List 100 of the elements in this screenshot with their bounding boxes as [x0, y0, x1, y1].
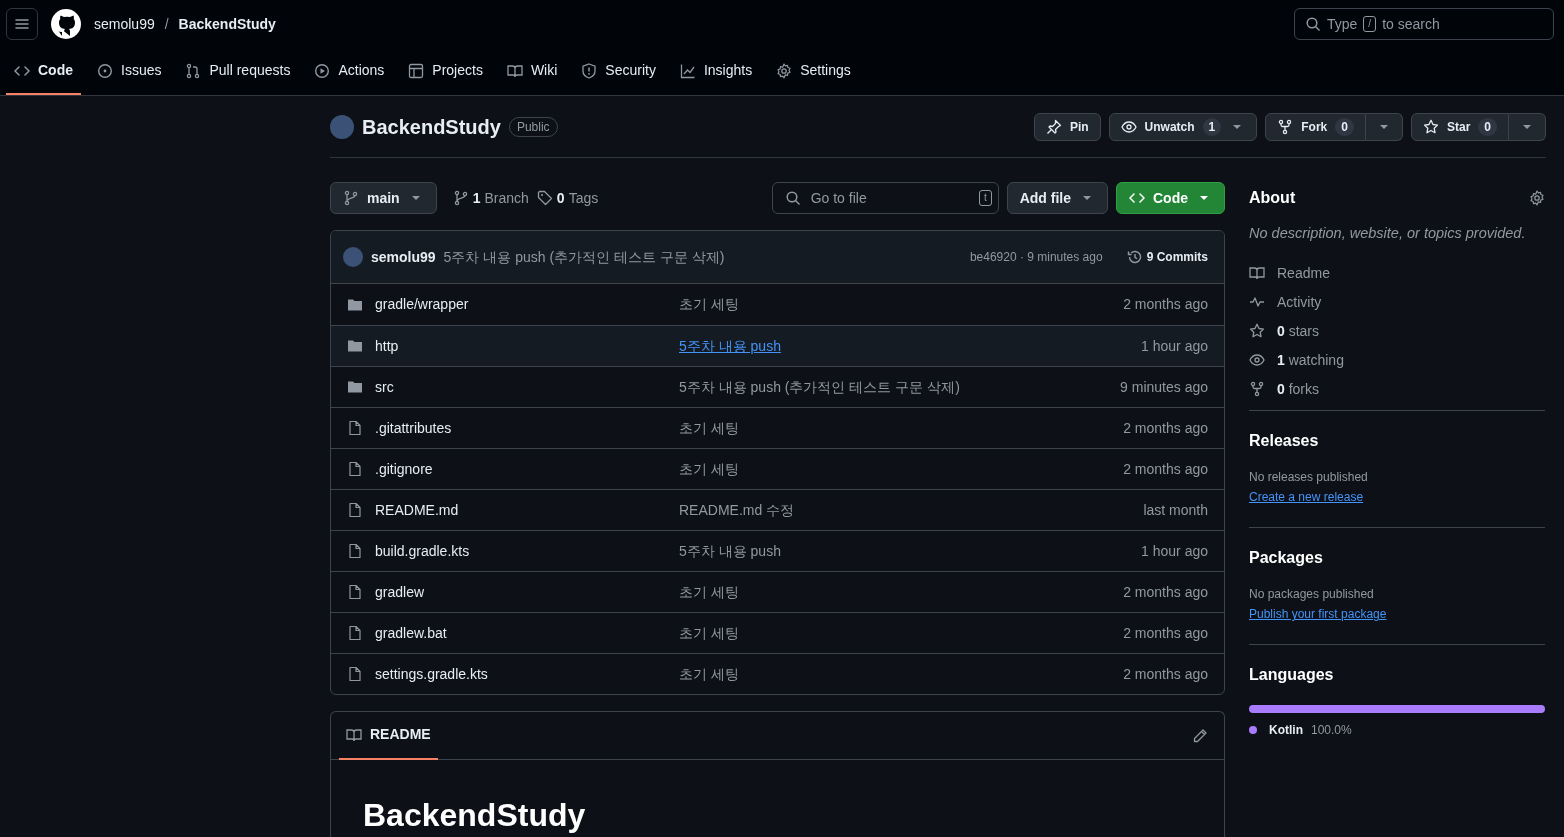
commit-message[interactable]: 초기 세팅 [679, 417, 1124, 439]
commit-message[interactable]: 5주차 내용 push (추가적인 테스트 구문 삭제) [443, 246, 725, 268]
history-icon [1126, 249, 1143, 265]
file-row[interactable]: .gitignore 초기 세팅 2 months ago [331, 448, 1224, 489]
branch-icon [452, 190, 469, 206]
file-row[interactable]: src 5주차 내용 push (추가적인 테스트 구문 삭제) 9 minutes ago [331, 366, 1224, 407]
commit-time: 2 months ago [1123, 623, 1208, 643]
eye-icon [1120, 118, 1137, 135]
cat-logo-icon[interactable] [50, 8, 82, 40]
repo-tab[interactable]: Settings [768, 48, 859, 95]
file-name[interactable]: gradlew.bat [375, 622, 447, 644]
file-name[interactable]: http [375, 335, 399, 357]
search-field[interactable]: Type / to search [1294, 8, 1554, 40]
caret-icon [411, 196, 420, 200]
section-heading: Releases [1249, 430, 1320, 451]
empty-note: No releases published [1249, 469, 1369, 487]
file-icon [347, 625, 363, 641]
repo-tab[interactable]: Security [573, 48, 664, 95]
repo-tab[interactable]: Insights [671, 48, 761, 95]
file-name[interactable]: .gitignore [375, 458, 433, 480]
menu-button[interactable] [6, 8, 38, 40]
file-name[interactable]: gradle/wrapper [375, 294, 469, 315]
eye-icon [1249, 352, 1265, 369]
play-icon [314, 62, 331, 79]
file-name[interactable]: README.md [375, 499, 459, 521]
file-row[interactable]: README.md README.md 수정 last month [331, 489, 1224, 530]
go-to-file-field[interactable]: Go to file t [771, 182, 999, 214]
repo-tab[interactable]: Issues [89, 48, 170, 95]
repo-title: BackendStudy [362, 114, 501, 140]
circle-dot-icon [97, 62, 113, 79]
avatar [330, 114, 354, 139]
commit-time: 2 months ago [1123, 295, 1208, 314]
star-button[interactable]: Star 0 [1410, 112, 1509, 141]
empty-note: No packages published [1249, 586, 1375, 604]
caret-icon [1083, 196, 1091, 200]
fork-button[interactable]: Fork 0 [1265, 112, 1366, 141]
create-link[interactable]: Publish your first package [1249, 607, 1387, 622]
commit-message[interactable]: 초기 세팅 [679, 622, 1124, 644]
sidebar-link[interactable]: Activity [1277, 291, 1322, 313]
settings-button[interactable] [1529, 189, 1545, 206]
file-name[interactable]: settings.gradle.kts [375, 663, 488, 685]
commit-message[interactable]: 초기 세팅 [679, 294, 1124, 315]
code-button[interactable]: Code [1116, 182, 1225, 214]
file-row[interactable]: gradle/wrapper 초기 세팅 2 months ago [331, 284, 1224, 325]
search-icon [784, 190, 801, 206]
file-row[interactable]: gradlew 초기 세팅 2 months ago [331, 571, 1224, 612]
commit-message[interactable]: 초기 세팅 [679, 581, 1124, 603]
commit-message[interactable]: README.md 수정 [679, 499, 1144, 521]
edit-button[interactable] [1192, 727, 1208, 744]
repo-tab[interactable]: Code [6, 48, 81, 95]
commits-link[interactable]: 9 Commits [1126, 248, 1208, 266]
graph-icon [679, 62, 696, 79]
pull-request-icon [185, 62, 202, 79]
fork-icon [1249, 381, 1265, 398]
book-icon [506, 62, 523, 79]
file-row[interactable]: http 5주차 내용 push 1 hour ago [331, 325, 1224, 366]
file-name[interactable]: src [375, 376, 394, 398]
commit-time: 2 months ago [1123, 664, 1208, 684]
caret-icon [1233, 124, 1242, 129]
file-icon [347, 543, 363, 559]
code-icon [1129, 190, 1145, 206]
file-name[interactable]: build.gradle.kts [375, 540, 470, 562]
branch-selector[interactable]: main [330, 182, 437, 214]
file-row[interactable]: settings.gradle.kts 초기 세팅 2 months ago [331, 653, 1224, 694]
repo-tab[interactable]: Actions [306, 48, 393, 95]
commit-time: 1 hour ago [1141, 336, 1208, 356]
commit-sha-time: be46920 · 9 minutes ago [969, 249, 1103, 266]
go-to-file-input[interactable]: Go to file [808, 186, 971, 210]
sidebar-link[interactable]: Readme [1277, 262, 1330, 284]
commit-message[interactable]: 5주차 내용 push [679, 335, 1142, 357]
file-row[interactable]: .gitattributes 초기 세팅 2 months ago [331, 407, 1224, 448]
repo-tab[interactable]: Wiki [498, 48, 566, 95]
file-row[interactable]: gradlew.bat 초기 세팅 2 months ago [331, 612, 1224, 653]
repo-tab[interactable]: Pull requests [177, 48, 299, 95]
commit-message[interactable]: 초기 세팅 [679, 663, 1124, 685]
commit-message[interactable]: 초기 세팅 [679, 458, 1124, 480]
commit-message[interactable]: 5주차 내용 push [679, 540, 1142, 562]
avatar [343, 247, 363, 267]
repo-link[interactable]: BackendStudy [178, 13, 276, 35]
sidebar-link[interactable]: 1 watching [1277, 349, 1344, 371]
sidebar-link[interactable]: 0 forks [1277, 378, 1320, 400]
file-icon [347, 461, 363, 477]
file-row[interactable]: build.gradle.kts 5주차 내용 push 1 hour ago [331, 530, 1224, 571]
unwatch-button[interactable]: Unwatch 1 [1108, 112, 1258, 141]
add-file-button[interactable]: Add file [1006, 182, 1108, 214]
create-link[interactable]: Create a new release [1249, 490, 1364, 505]
pin-button[interactable]: Pin [1033, 112, 1101, 141]
readme-tab[interactable]: README [339, 711, 438, 760]
file-name[interactable]: .gitattributes [375, 417, 452, 439]
owner-link[interactable]: semolu99 [94, 13, 155, 35]
commit-message[interactable]: 5주차 내용 push (추가적인 테스트 구문 삭제) [679, 376, 1121, 398]
caret-icon [1523, 124, 1531, 129]
commit-time: 2 months ago [1123, 418, 1208, 438]
branches-link[interactable]: 1 Branch [452, 187, 529, 209]
repo-tab[interactable]: Projects [400, 48, 491, 95]
commit-time: last month [1143, 500, 1208, 520]
sidebar-link[interactable]: 0 stars [1277, 320, 1320, 342]
tags-link[interactable]: 0 Tags [536, 187, 599, 209]
commit-author[interactable]: semolu99 [371, 246, 436, 268]
file-name[interactable]: gradlew [375, 581, 425, 603]
